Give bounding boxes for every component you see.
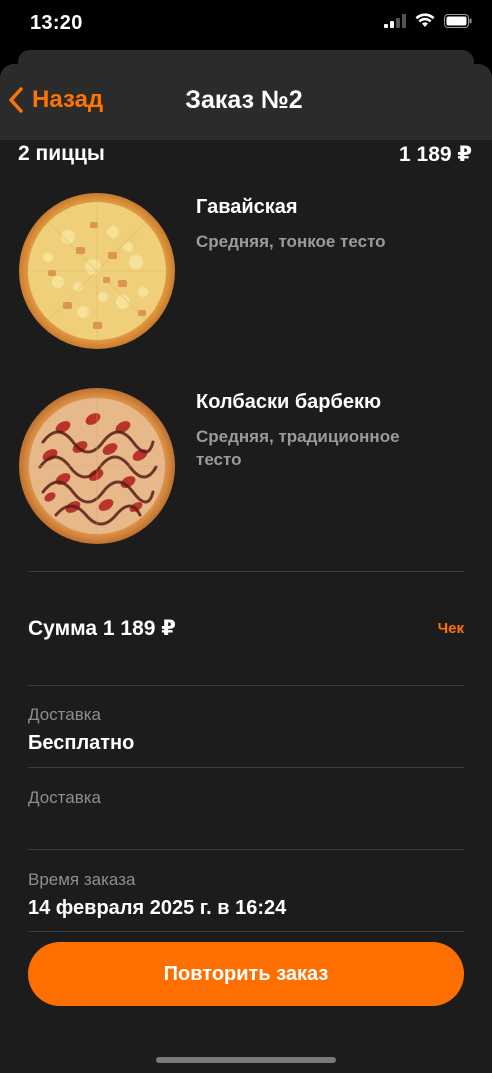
order-time-label: Время заказа xyxy=(28,870,136,889)
hawaiian-pizza-image xyxy=(19,193,175,349)
wifi-icon xyxy=(415,13,435,27)
page-title: Заказ №2 xyxy=(185,86,303,114)
delivery-address-label: Доставка xyxy=(28,788,102,807)
item-description: Средняя, традиционное тесто xyxy=(196,427,400,469)
order-item[interactable]: Колбаски барбекю Средняя, традиционное т… xyxy=(18,387,472,547)
repeat-order-button[interactable]: Повторить заказ xyxy=(28,942,464,1006)
pizza-count: 2 пиццы xyxy=(18,142,105,165)
sum-label: Сумма 1 189 ₽ xyxy=(28,617,176,640)
divider xyxy=(28,767,464,768)
sum-row: Сумма 1 189 ₽ Чек xyxy=(28,616,464,641)
divider xyxy=(28,571,464,572)
order-sheet: Назад Заказ №2 2 пиццы 1 189 ₽ Гавайская… xyxy=(0,64,492,1073)
order-item[interactable]: Гавайская Средняя, тонкое тесто xyxy=(18,192,472,352)
item-description: Средняя, тонкое тесто xyxy=(196,232,386,251)
item-name: Колбаски барбекю xyxy=(196,391,382,413)
delivery-label: Доставка xyxy=(28,705,102,724)
nav-bar: Назад Заказ №2 xyxy=(0,64,492,140)
battery-icon xyxy=(444,13,472,28)
order-summary: 2 пиццы 1 189 ₽ xyxy=(18,142,472,167)
delivery-value: Бесплатно xyxy=(28,732,135,754)
divider xyxy=(28,849,464,850)
status-time: 13:20 xyxy=(30,12,83,34)
home-indicator xyxy=(156,1057,336,1063)
status-icons xyxy=(384,13,472,28)
status-bar: 13:20 xyxy=(0,0,492,48)
order-total: 1 189 ₽ xyxy=(399,143,472,166)
divider xyxy=(28,685,464,686)
item-name: Гавайская xyxy=(196,196,298,218)
cellular-signal-icon xyxy=(384,13,406,28)
receipt-link[interactable]: Чек xyxy=(438,620,464,637)
order-time-value: 14 февраля 2025 г. в 16:24 xyxy=(28,897,287,919)
bbq-sausage-pizza-image xyxy=(19,388,175,544)
divider xyxy=(28,931,464,932)
